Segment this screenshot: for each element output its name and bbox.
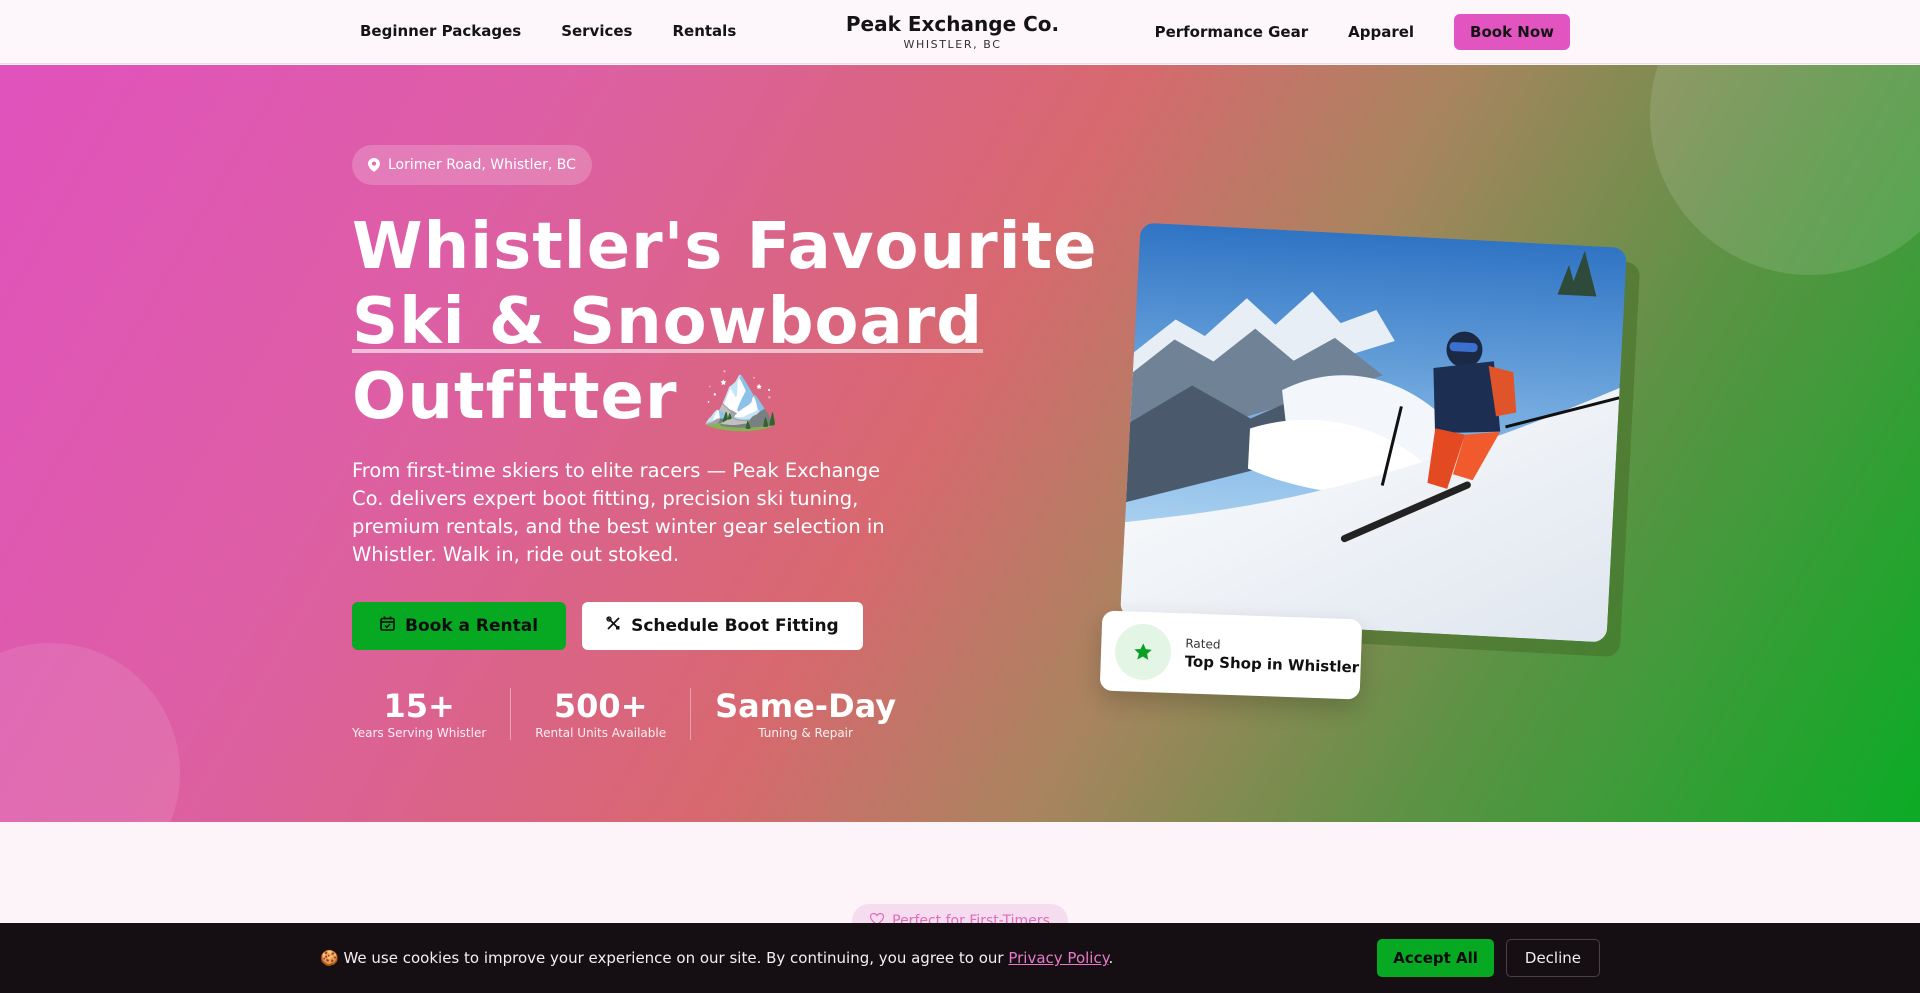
stat-value: 15+ xyxy=(383,687,455,725)
nav-right-group: Performance Gear Apparel Book Now xyxy=(1155,14,1570,50)
rated-title: Top Shop in Whistler xyxy=(1184,652,1360,677)
skier-photo xyxy=(1119,222,1628,643)
hero-description: From first-time skiers to elite racers —… xyxy=(352,459,885,566)
cookie-message: 🍪 We use cookies to improve your experie… xyxy=(320,949,1113,967)
stat-same-day: Same-Day Tuning & Repair xyxy=(690,688,920,740)
brand-location: WHISTLER, BC xyxy=(903,38,1002,51)
decline-button[interactable]: Decline xyxy=(1505,939,1600,977)
brand-name: Peak Exchange Co. xyxy=(845,12,1060,36)
stat-label: Years Serving Whistler xyxy=(352,726,487,740)
rated-text: Rated Top Shop in Whistler xyxy=(1184,636,1360,676)
hero-section: Lorimer Road, Whistler, BC Whistler's Fa… xyxy=(0,65,1920,822)
star-icon xyxy=(1114,622,1173,681)
schedule-boot-fitting-button[interactable]: Schedule Boot Fitting xyxy=(582,602,863,650)
cookie-icon: 🍪 xyxy=(320,949,339,967)
nav-link-apparel[interactable]: Apparel xyxy=(1348,23,1414,41)
top-navigation: Beginner Packages Services Rentals Peak … xyxy=(0,0,1920,64)
stat-years: 15+ Years Serving Whistler xyxy=(352,688,510,740)
rated-badge-card: Rated Top Shop in Whistler xyxy=(1099,610,1363,700)
brand-logo[interactable]: Peak Exchange Co. WHISTLER, BC xyxy=(0,12,1905,51)
book-now-button[interactable]: Book Now xyxy=(1454,14,1570,50)
stat-value: Same-Day xyxy=(715,687,897,725)
stat-label: Tuning & Repair xyxy=(758,726,853,740)
headline-line-2: Ski & Snowboard xyxy=(352,285,984,359)
location-badge: Lorimer Road, Whistler, BC xyxy=(352,145,592,185)
schedule-boot-fitting-label: Schedule Boot Fitting xyxy=(631,616,839,636)
hero-headline: Whistler's Favourite Ski & Snowboard Out… xyxy=(352,210,1098,435)
stats-row: 15+ Years Serving Whistler 500+ Rental U… xyxy=(352,688,920,740)
privacy-policy-link[interactable]: Privacy Policy xyxy=(1008,949,1108,967)
location-text: Lorimer Road, Whistler, BC xyxy=(388,157,576,173)
headline-line-3: Outfitter xyxy=(352,360,678,434)
book-rental-button[interactable]: Book a Rental xyxy=(352,602,567,650)
cookie-banner: 🍪 We use cookies to improve your experie… xyxy=(0,923,1920,993)
stat-rental-units: 500+ Rental Units Available xyxy=(510,688,690,740)
stat-value: 500+ xyxy=(553,687,648,725)
mountain-emoji: 🏔️ xyxy=(700,360,782,434)
cookie-period: . xyxy=(1108,949,1114,967)
cta-group: Book a Rental Schedule Boot Fitting xyxy=(352,602,863,650)
decorative-circle xyxy=(1650,65,1920,275)
decorative-circle xyxy=(0,643,180,822)
cookie-actions: Accept All Decline xyxy=(1377,939,1600,977)
accept-all-button[interactable]: Accept All xyxy=(1377,939,1494,977)
nav-link-performance-gear[interactable]: Performance Gear xyxy=(1155,23,1309,41)
tools-icon xyxy=(606,616,621,636)
hero-photo-card xyxy=(1119,222,1641,658)
headline-line-1: Whistler's Favourite xyxy=(352,210,1098,284)
book-rental-label: Book a Rental xyxy=(405,616,539,636)
stat-label: Rental Units Available xyxy=(535,726,667,740)
cookie-text: We use cookies to improve your experienc… xyxy=(343,949,1004,967)
calendar-icon xyxy=(380,616,395,636)
map-pin-icon xyxy=(368,158,380,172)
